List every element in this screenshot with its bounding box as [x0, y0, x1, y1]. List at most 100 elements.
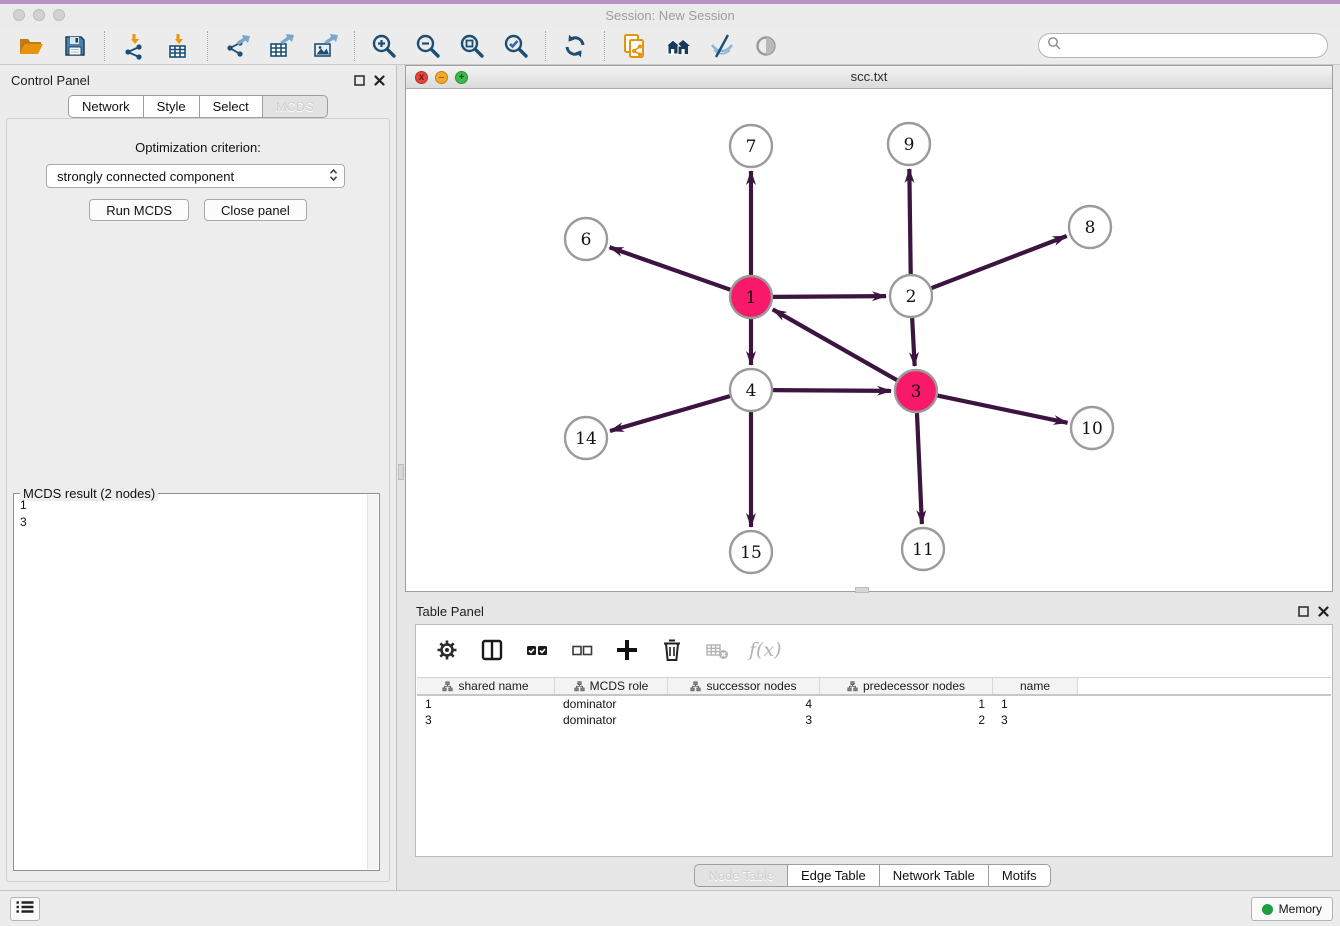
tab-motifs[interactable]: Motifs — [988, 864, 1051, 887]
tab-node-table[interactable]: Node Table — [694, 864, 788, 887]
result-scrollbar[interactable] — [367, 495, 378, 869]
duplicate-network-button[interactable] — [620, 32, 648, 60]
tab-mcds[interactable]: MCDS — [262, 95, 328, 118]
frame-maximize-icon[interactable]: + — [455, 71, 468, 84]
control-panel-header: Control Panel — [0, 65, 396, 95]
select-all-button[interactable] — [524, 637, 550, 663]
tab-network[interactable]: Network — [68, 95, 144, 118]
network-window-titlebar[interactable]: x – + scc.txt — [406, 66, 1332, 89]
import-network-icon — [120, 32, 148, 60]
graph-node-6[interactable]: 6 — [565, 218, 607, 260]
table-row[interactable]: 1dominator411 — [417, 696, 1331, 712]
delete-button[interactable] — [659, 637, 685, 663]
frame-minimize-icon[interactable]: – — [435, 71, 448, 84]
column-header-shared-name[interactable]: shared name — [417, 678, 555, 694]
close-panel-icon[interactable] — [374, 75, 385, 86]
function-builder-button[interactable]: f(x) — [749, 639, 782, 661]
search-input[interactable] — [1066, 37, 1319, 54]
cell-predecessor-nodes: 2 — [820, 712, 993, 728]
edge-3-1[interactable] — [773, 309, 897, 380]
splitter-handle-horizontal[interactable] — [855, 587, 869, 593]
column-header-MCDS-role[interactable]: MCDS role — [555, 678, 668, 694]
refresh-layout-button[interactable] — [561, 32, 589, 60]
edge-3-11[interactable] — [917, 413, 922, 524]
splitter-handle-vertical[interactable] — [398, 464, 404, 480]
first-neighbors-button[interactable] — [664, 32, 692, 60]
task-history-button[interactable] — [10, 897, 40, 921]
save-session-button[interactable] — [61, 32, 89, 60]
export-table-button[interactable] — [267, 32, 295, 60]
search-box[interactable] — [1038, 33, 1328, 58]
cell-name: 1 — [993, 696, 1078, 712]
minimize-window-button[interactable] — [33, 9, 45, 21]
add-button[interactable] — [614, 637, 640, 663]
cell-MCDS-role: dominator — [555, 712, 668, 728]
tab-select[interactable]: Select — [199, 95, 263, 118]
zoom-selected-button[interactable] — [502, 32, 530, 60]
graph-node-14[interactable]: 14 — [565, 417, 607, 459]
window-traffic-lights[interactable] — [13, 9, 65, 21]
open-session-button[interactable] — [17, 32, 45, 60]
table-panel-title: Table Panel — [416, 604, 484, 619]
tab-edge-table[interactable]: Edge Table — [787, 864, 880, 887]
criterion-dropdown[interactable]: strongly connected component — [46, 164, 345, 188]
gear-button[interactable] — [434, 637, 460, 663]
import-network-button[interactable] — [120, 32, 148, 60]
column-header-predecessor-nodes[interactable]: predecessor nodes — [820, 678, 993, 694]
cell-shared-name: 1 — [417, 696, 555, 712]
network-title: scc.txt — [406, 66, 1332, 88]
graph-node-7[interactable]: 7 — [730, 125, 772, 167]
zoom-in-button[interactable] — [370, 32, 398, 60]
edge-1-6[interactable] — [610, 247, 731, 289]
column-header-name[interactable]: name — [993, 678, 1078, 694]
graph-node-8[interactable]: 8 — [1069, 206, 1111, 248]
app-titlebar: Session: New Session — [0, 4, 1340, 27]
export-image-icon — [311, 32, 339, 60]
graph-node-1[interactable]: 1 — [730, 276, 772, 318]
graph-node-15[interactable]: 15 — [730, 531, 772, 573]
control-panel-tabs: NetworkStyleSelectMCDS — [0, 95, 396, 118]
tab-network-table[interactable]: Network Table — [879, 864, 989, 887]
graph-node-4[interactable]: 4 — [730, 369, 772, 411]
edge-4-14[interactable] — [610, 396, 730, 431]
edge-3-10[interactable] — [938, 396, 1068, 423]
export-network-button[interactable] — [223, 32, 251, 60]
graph-node-11[interactable]: 11 — [902, 528, 944, 570]
column-header-successor-nodes[interactable]: successor nodes — [668, 678, 820, 694]
table-panel-header: Table Panel — [405, 596, 1340, 626]
export-image-button[interactable] — [311, 32, 339, 60]
edge-1-2[interactable] — [773, 296, 886, 297]
close-window-button[interactable] — [13, 9, 25, 21]
float-panel-icon[interactable] — [354, 75, 365, 86]
graph-node-3[interactable]: 3 — [895, 370, 937, 412]
maximize-window-button[interactable] — [53, 9, 65, 21]
network-canvas[interactable]: 1 2 3 4 6 7 8 9 10 11 14 15 — [406, 89, 1332, 591]
delete-icon — [659, 637, 685, 663]
close-table-panel-icon[interactable] — [1318, 606, 1329, 617]
close-panel-button[interactable]: Close panel — [204, 199, 307, 221]
deselect-all-button[interactable] — [569, 637, 595, 663]
columns-button[interactable] — [479, 637, 505, 663]
edge-2-8[interactable] — [932, 236, 1067, 288]
edge-2-3[interactable] — [912, 318, 915, 366]
column-label: MCDS role — [590, 679, 649, 693]
table-row[interactable]: 3dominator323 — [417, 712, 1331, 728]
mcds-result-box[interactable]: MCDS result (2 nodes) 13 — [13, 493, 380, 871]
tab-style[interactable]: Style — [143, 95, 200, 118]
frame-close-icon[interactable]: x — [415, 71, 428, 84]
edge-4-3[interactable] — [773, 390, 891, 391]
graph-node-9[interactable]: 9 — [888, 123, 930, 165]
edge-2-9[interactable] — [909, 169, 910, 274]
show-all-button[interactable] — [752, 32, 780, 60]
import-table-button[interactable] — [164, 32, 192, 60]
delete-table-button[interactable] — [704, 637, 730, 663]
hide-selected-button[interactable] — [708, 32, 736, 60]
zoom-out-button[interactable] — [414, 32, 442, 60]
memory-button[interactable]: Memory — [1251, 897, 1333, 921]
zoom-fit-button[interactable] — [458, 32, 486, 60]
graph-node-10[interactable]: 10 — [1071, 407, 1113, 449]
run-mcds-button[interactable]: Run MCDS — [89, 199, 189, 221]
float-table-panel-icon[interactable] — [1298, 606, 1309, 617]
column-label: name — [1020, 679, 1050, 693]
graph-node-2[interactable]: 2 — [890, 275, 932, 317]
